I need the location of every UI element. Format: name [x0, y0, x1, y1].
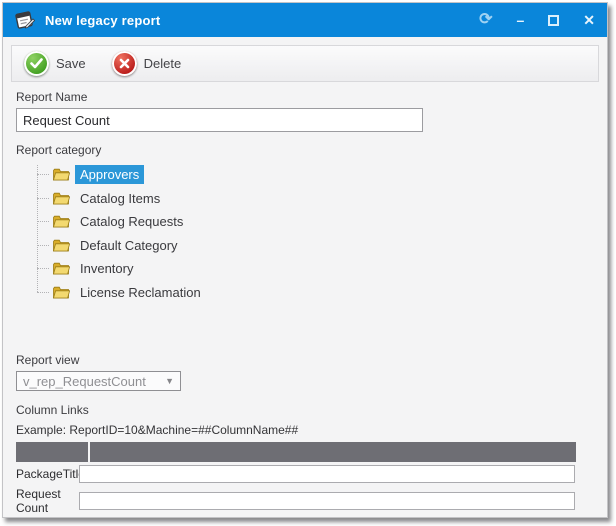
- column-link-label: PackageTitle: [16, 467, 79, 481]
- category-item-catalog-requests[interactable]: Catalog Requests: [24, 210, 607, 234]
- category-label: Catalog Items: [75, 189, 165, 208]
- tree-connector: [37, 292, 49, 293]
- column-links-example: Example: ReportID=10&Machine=##ColumnNam…: [16, 423, 607, 437]
- column-links-label: Column Links: [16, 403, 607, 417]
- category-label: Catalog Requests: [75, 212, 188, 231]
- category-item-catalog-items[interactable]: Catalog Items: [24, 187, 607, 211]
- tree-connector: [37, 198, 49, 199]
- category-label: License Reclamation: [75, 283, 206, 302]
- category-label: Inventory: [75, 259, 138, 278]
- folder-icon: [52, 285, 70, 300]
- close-icon[interactable]: ✕: [583, 13, 595, 27]
- folder-icon: [52, 214, 70, 229]
- dialog-content: Report Name Report category Approvers: [3, 82, 607, 515]
- column-link-row-request-count: Request Count: [16, 487, 607, 515]
- header-cell-value: [90, 442, 576, 462]
- minimize-icon[interactable]: –: [516, 13, 524, 27]
- folder-icon: [52, 238, 70, 253]
- maximize-icon[interactable]: [548, 15, 559, 26]
- packagetitle-input[interactable]: [79, 465, 575, 483]
- report-view-value: v_rep_RequestCount: [23, 374, 146, 389]
- report-name-label: Report Name: [16, 90, 607, 104]
- tree-connector: [37, 245, 49, 246]
- category-label: Default Category: [75, 236, 183, 255]
- window-title: New legacy report: [45, 13, 479, 28]
- report-view-label: Report view: [16, 353, 607, 367]
- folder-icon: [52, 261, 70, 276]
- category-item-inventory[interactable]: Inventory: [24, 257, 607, 281]
- column-link-label: Request Count: [16, 487, 79, 515]
- category-item-default-category[interactable]: Default Category: [24, 234, 607, 258]
- column-links-header: [16, 442, 607, 462]
- tree-connector: [37, 221, 49, 222]
- save-check-icon: [24, 51, 49, 76]
- toolbar: Save Delete: [11, 45, 599, 82]
- delete-button[interactable]: Delete: [112, 51, 182, 76]
- category-item-approvers[interactable]: Approvers: [24, 163, 607, 187]
- refresh-icon[interactable]: ⟳: [479, 13, 492, 27]
- chevron-down-icon: ▼: [165, 376, 174, 386]
- tree-connector: [37, 174, 49, 175]
- request-count-input[interactable]: [79, 492, 575, 510]
- report-category-label: Report category: [16, 143, 607, 157]
- save-label: Save: [56, 56, 86, 71]
- folder-icon: [52, 167, 70, 182]
- report-note-icon: [13, 10, 35, 30]
- window-controls: ⟳ – ✕: [479, 13, 595, 27]
- tree-connector: [37, 268, 49, 269]
- report-name-input[interactable]: [16, 108, 423, 132]
- category-tree: Approvers Catalog Items: [24, 163, 607, 306]
- delete-x-icon: [112, 51, 137, 76]
- dialog-window: New legacy report ⟳ – ✕ Save Delete Repo…: [2, 2, 608, 518]
- delete-label: Delete: [144, 56, 182, 71]
- title-bar: New legacy report ⟳ – ✕: [3, 3, 607, 37]
- folder-icon: [52, 191, 70, 206]
- category-item-license-reclamation[interactable]: License Reclamation: [24, 281, 607, 305]
- header-cell-name: [16, 442, 88, 462]
- save-button[interactable]: Save: [24, 51, 86, 76]
- category-label: Approvers: [75, 165, 144, 184]
- column-link-row-packagetitle: PackageTitle: [16, 465, 607, 483]
- report-view-dropdown[interactable]: v_rep_RequestCount ▼: [16, 371, 181, 391]
